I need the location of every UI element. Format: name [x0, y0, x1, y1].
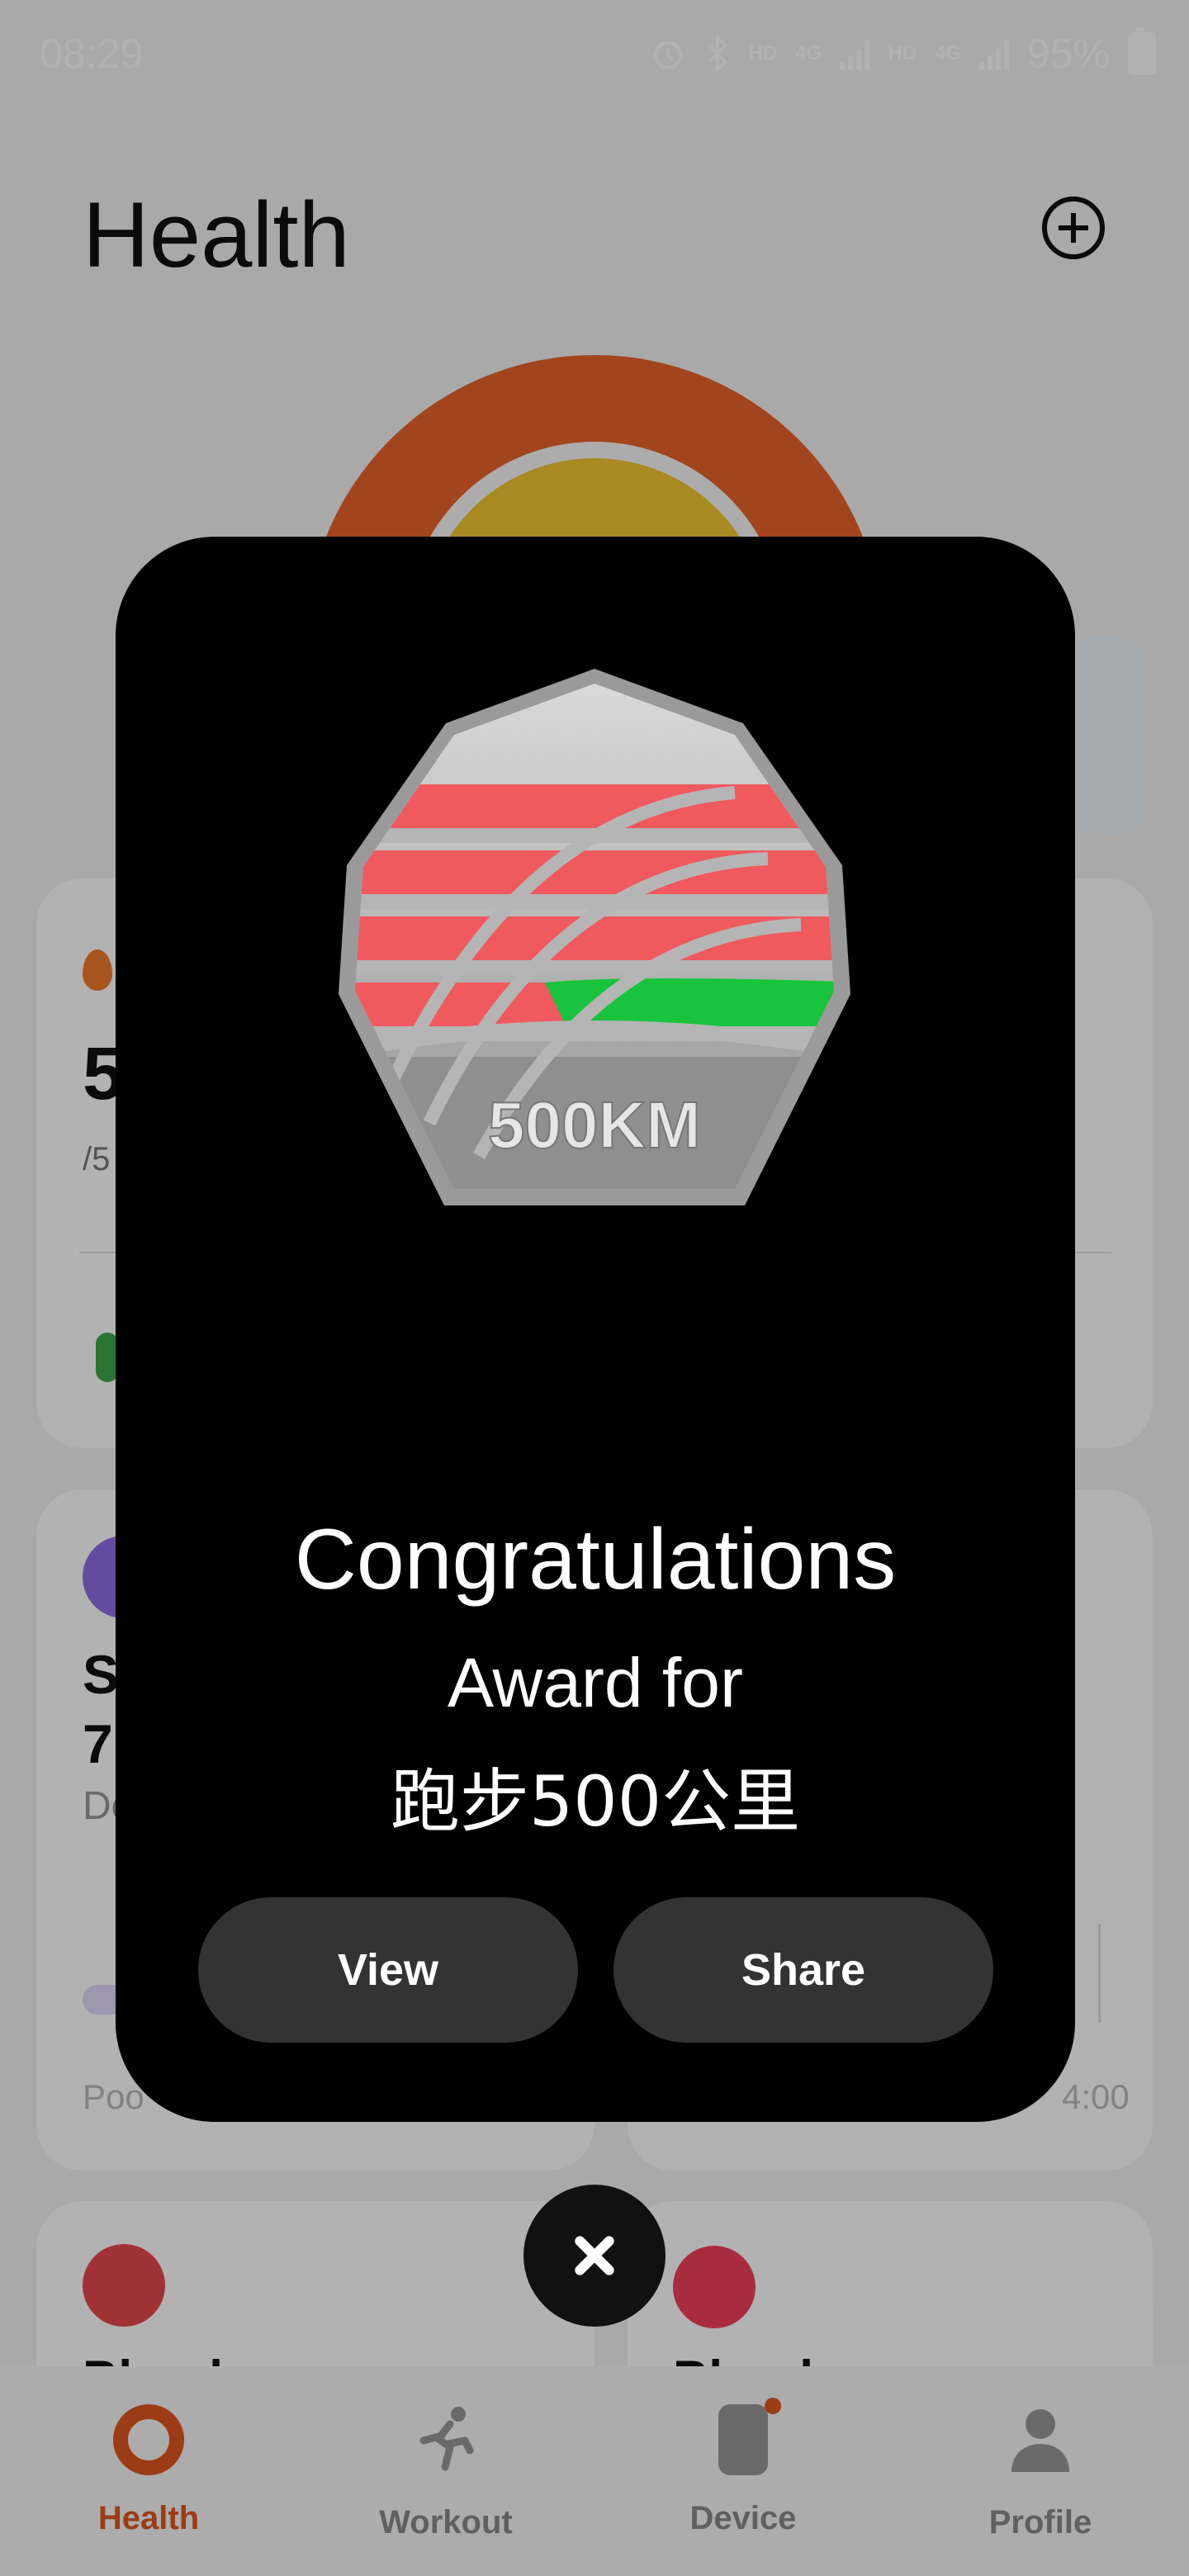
- close-icon[interactable]: [523, 2185, 666, 2327]
- award-name: 跑步500公里: [390, 1761, 801, 1842]
- medal-text: 500KM: [488, 1088, 701, 1162]
- view-button[interactable]: View: [198, 1897, 578, 2043]
- dialog-title: Congratulations: [294, 1512, 897, 1608]
- award-label: Award for: [448, 1644, 743, 1721]
- share-button[interactable]: Share: [613, 1897, 993, 2043]
- medal-badge-icon: 500KM: [339, 669, 850, 1205]
